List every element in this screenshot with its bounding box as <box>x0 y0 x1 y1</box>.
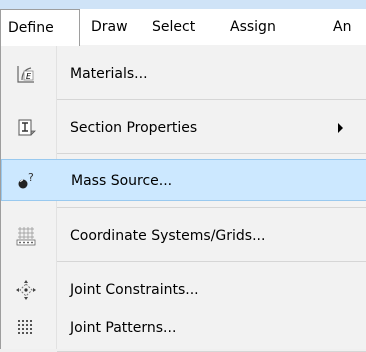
menu-item-coordinate-systems[interactable]: Coordinate Systems/Grids... <box>1 215 366 257</box>
menu-item-joint-patterns[interactable]: Joint Patterns... <box>1 307 366 349</box>
joint-constraints-icon <box>15 279 37 301</box>
menu-bar: Define Draw Select Assign An <box>0 9 366 46</box>
menu-analyze[interactable]: An <box>333 9 351 45</box>
menu-separator <box>57 207 366 208</box>
coordinate-grid-icon <box>15 225 37 247</box>
svg-text:?: ? <box>28 171 34 184</box>
menu-separator <box>57 153 366 154</box>
menu-define[interactable]: Define <box>0 9 80 46</box>
menu-item-joint-patterns-label: Joint Patterns... <box>70 320 177 336</box>
menu-item-section-properties-label: Section Properties <box>70 120 198 136</box>
submenu-arrow-icon <box>338 123 343 133</box>
mass-source-icon: ? <box>16 170 38 192</box>
menu-item-mass-source-label: Mass Source... <box>71 173 173 189</box>
section-properties-icon <box>15 117 37 139</box>
menu-item-mass-source[interactable]: ? Mass Source... <box>1 159 366 201</box>
window-title-strip <box>0 0 366 9</box>
menu-assign[interactable]: Assign <box>230 9 276 45</box>
menu-item-coordinate-systems-label: Coordinate Systems/Grids... <box>70 228 266 244</box>
menu-item-section-properties[interactable]: Section Properties <box>1 107 366 149</box>
menu-item-materials-label: Materials... <box>70 66 148 82</box>
menu-select[interactable]: Select <box>152 9 195 45</box>
materials-icon: E <box>15 63 37 85</box>
joint-patterns-icon <box>15 317 37 339</box>
menu-item-materials[interactable]: E Materials... <box>1 53 366 95</box>
menu-draw[interactable]: Draw <box>91 9 128 45</box>
menu-item-joint-constraints-label: Joint Constraints... <box>70 282 199 298</box>
menu-separator <box>57 261 366 262</box>
define-dropdown-menu: E Materials... Section Properties ? Mass… <box>0 45 366 352</box>
menu-separator <box>57 99 366 100</box>
menu-item-joint-constraints[interactable]: Joint Constraints... <box>1 269 366 311</box>
